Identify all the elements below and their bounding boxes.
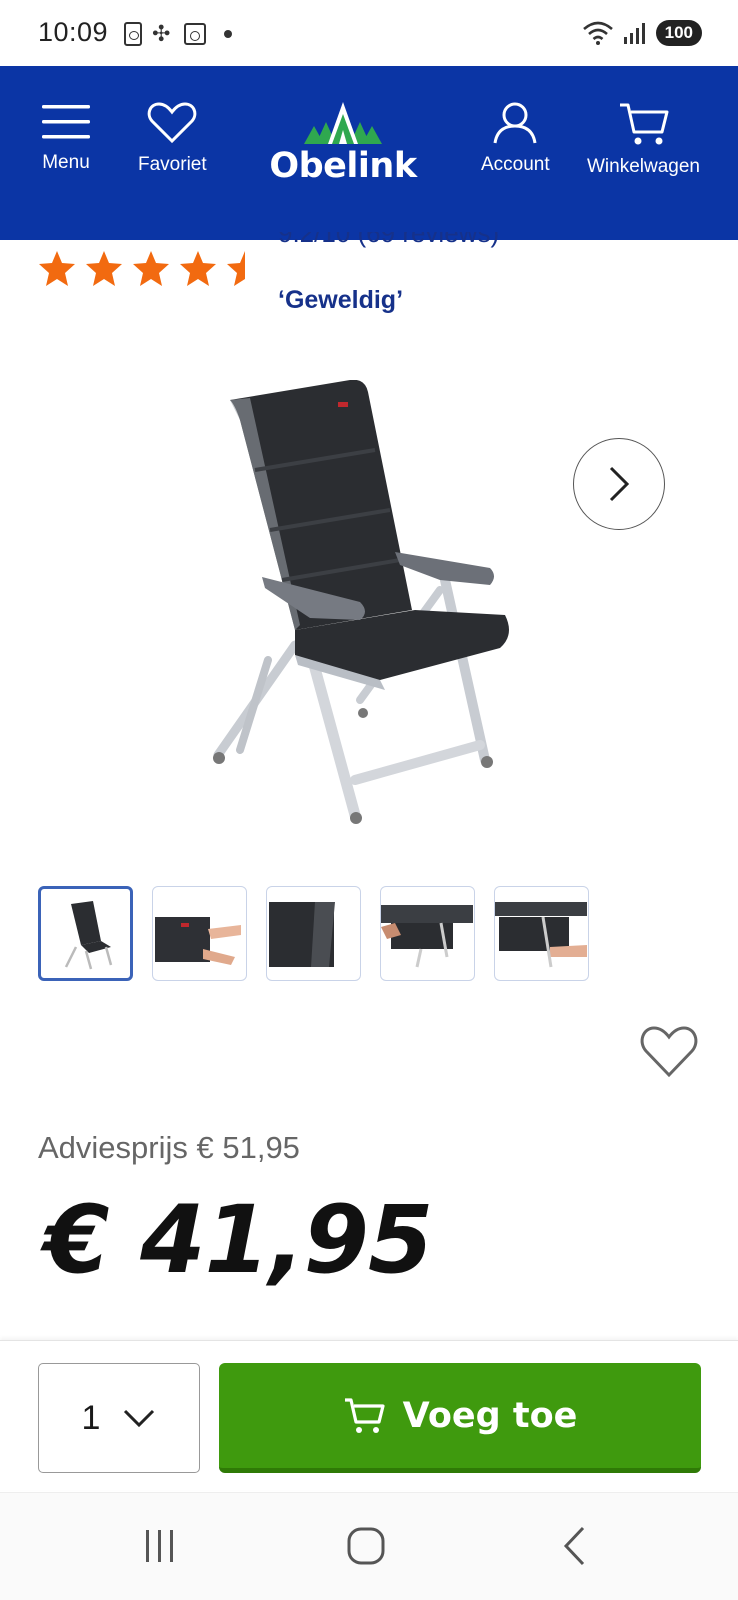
rating-verdict: ‘Geweldig’ [278,286,404,314]
cushion-mounting-thumb [381,905,473,968]
back-button[interactable] [545,1521,605,1571]
heart-outline-icon [640,1026,698,1078]
cart-label: Winkelwagen [587,156,700,177]
folding-chair-image [213,379,509,824]
home-icon [347,1527,385,1565]
fan-icon: ✣ [152,21,171,46]
cushion-strap-thumb [495,902,587,968]
product-image[interactable] [200,379,530,840]
system-icons: 100 [582,20,702,46]
quantity-value: 1 [81,1398,101,1437]
menu-button[interactable]: Menu [40,102,92,174]
system-navigation-bar [0,1492,738,1600]
screen-recorder-icon [124,22,142,46]
recent-apps-icon [146,1530,173,1562]
quantity-select[interactable]: 1 [38,1363,200,1473]
thumbnail-1[interactable] [38,886,133,981]
wifi-icon [582,21,613,45]
back-icon [563,1526,585,1566]
thumbnail-3[interactable] [266,886,361,981]
account-button[interactable]: Account [481,102,550,176]
status-time: 10:09 [38,17,109,47]
thumbnail-5[interactable] [494,886,589,981]
notification-icons: ✣ [124,22,232,46]
battery-indicator: 100 [655,20,702,46]
home-button[interactable] [336,1521,396,1571]
account-label: Account [481,154,550,175]
rating-stars [38,250,264,288]
site-header: Menu Favoriet Obelink Account Winkelwage… [0,66,738,240]
favorites-label: Favoriet [138,154,207,175]
heart-icon [148,102,197,144]
recent-apps-button[interactable] [130,1521,190,1571]
mountain-trees-icon [304,102,382,144]
cart-icon [619,103,668,145]
cart-button[interactable]: Winkelwagen [587,102,700,178]
star-icon [133,251,169,286]
headrest-strap-thumb [155,917,241,965]
chevron-right-icon [609,466,630,502]
buy-bar: 1 Voeg toe [0,1340,738,1490]
recommended-price: Adviesprijs € 51,95 [38,1130,300,1165]
next-image-button[interactable] [573,438,665,530]
star-icon [39,251,75,286]
cushion-fabric-thumb [269,902,335,967]
user-icon [493,102,537,144]
favorites-button[interactable]: Favoriet [138,102,207,176]
cart-icon [344,1397,385,1433]
logo-text: Obelink [269,146,417,186]
chair-full-view-thumb [64,901,113,970]
menu-label: Menu [42,152,90,173]
thumbnail-2[interactable] [152,886,247,981]
current-price: € 41,95 [44,1186,433,1295]
add-to-favorites-button[interactable] [639,1024,699,1080]
hamburger-icon [42,105,90,139]
star-icon [86,251,122,286]
obelink-logo[interactable]: Obelink [266,100,420,200]
add-to-cart-label: Voeg toe [402,1395,578,1436]
star-icon [227,251,263,286]
gallery-icon [184,23,206,45]
thumbnail-strip [38,886,589,981]
add-to-cart-button[interactable]: Voeg toe [219,1363,701,1473]
notification-dot-icon [224,30,232,38]
signal-icon [623,23,645,44]
status-bar: 10:09 ✣ 100 [0,0,738,66]
star-icon [180,251,216,286]
chevron-down-icon [124,1409,155,1428]
thumbnail-4[interactable] [380,886,475,981]
